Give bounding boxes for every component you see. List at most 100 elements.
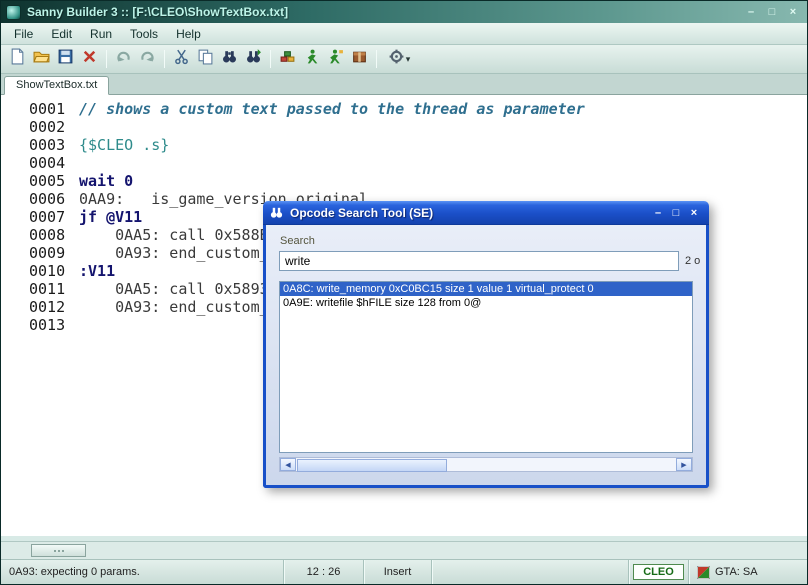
code-text: 0AA5: call 0x5893 <box>79 280 269 298</box>
line-number: 0011 <box>29 280 67 298</box>
copy-button[interactable] <box>194 48 217 71</box>
toolbar: ▾ <box>1 45 807 74</box>
package-icon <box>351 48 368 70</box>
replace-icon <box>245 48 262 70</box>
save-button[interactable] <box>54 48 77 71</box>
code-line: 0002 <box>1 118 807 136</box>
run-script-button[interactable] <box>324 48 347 71</box>
code-line: 0004 <box>1 154 807 172</box>
search-label: Search <box>280 235 315 247</box>
opcode-search-dialog: Opcode Search Tool (SE) – □ × Search 2 o… <box>263 201 709 488</box>
compile-run-button[interactable] <box>300 48 323 71</box>
status-message: 0A93: expecting 0 params. <box>1 560 284 584</box>
line-number: 0001 <box>29 100 67 118</box>
scrollbar-thumb[interactable] <box>31 544 86 557</box>
find-button[interactable] <box>218 48 241 71</box>
cleo-badge[interactable]: CLEO <box>633 564 684 580</box>
new-file-button[interactable] <box>6 48 29 71</box>
find-replace-button[interactable] <box>242 48 265 71</box>
line-number: 0010 <box>29 262 67 280</box>
line-number: 0002 <box>29 118 67 136</box>
code-line: 0005 wait 0 <box>1 172 807 190</box>
line-number: 0012 <box>29 298 67 316</box>
line-number: 0005 <box>29 172 67 190</box>
menu-file[interactable]: File <box>5 24 42 44</box>
result-count: 2 o <box>685 255 707 267</box>
code-text: :V11 <box>79 262 115 280</box>
dialog-close-button[interactable]: × <box>685 205 703 221</box>
window-title: Sanny Builder 3 :: [F:\CLEO\ShowTextBox.… <box>27 5 742 19</box>
menu-edit[interactable]: Edit <box>42 24 81 44</box>
status-bar: 0A93: expecting 0 params. 12 : 26 Insert… <box>1 559 807 584</box>
undo-button[interactable] <box>112 48 135 71</box>
scroll-right-button[interactable]: ▶ <box>676 458 692 471</box>
close-button[interactable]: × <box>784 5 802 20</box>
debug-button[interactable] <box>348 48 371 71</box>
sanny-builder-window: Sanny Builder 3 :: [F:\CLEO\ShowTextBox.… <box>0 0 808 585</box>
code-text: wait 0 <box>79 172 133 190</box>
cleo-panel: CLEO <box>629 560 689 584</box>
maximize-button[interactable]: □ <box>763 5 781 20</box>
search-input[interactable] <box>279 251 679 271</box>
game-icon <box>697 566 710 579</box>
code-text: {$CLEO .s} <box>79 136 169 154</box>
redo-icon <box>139 48 156 70</box>
results-list: 0A8C: write_memory 0xC0BC15 size 1 value… <box>279 281 693 453</box>
runner-flag-icon <box>327 48 344 70</box>
code-text: 0AA5: call 0x588B <box>79 226 269 244</box>
runner-icon <box>303 48 320 70</box>
code-line: 0003 {$CLEO .s} <box>1 136 807 154</box>
line-number: 0003 <box>29 136 67 154</box>
dialog-minimize-button[interactable]: – <box>649 205 667 221</box>
dialog-body: Search 2 o 0A8C: write_memory 0xC0BC15 s… <box>263 225 709 488</box>
minimize-button[interactable]: – <box>742 5 760 20</box>
game-panel: GTA: SA <box>689 560 807 584</box>
code-text: 0A93: end_custom_ <box>79 244 269 262</box>
menu-tools[interactable]: Tools <box>121 24 167 44</box>
cut-button[interactable] <box>170 48 193 71</box>
save-icon <box>57 48 74 70</box>
close-file-button[interactable] <box>78 48 101 71</box>
code-text: 0A93: end_custom_ <box>79 298 269 316</box>
list-horizontal-scrollbar[interactable]: ◀ ▶ <box>279 457 693 472</box>
title-bar[interactable]: Sanny Builder 3 :: [F:\CLEO\ShowTextBox.… <box>1 1 807 23</box>
chevron-down-icon: ▾ <box>406 54 411 65</box>
tab-showtextbox[interactable]: ShowTextBox.txt <box>4 76 109 95</box>
code-text: // shows a custom text passed to the thr… <box>79 100 585 118</box>
insert-mode-indicator: Insert <box>364 560 432 584</box>
menu-help[interactable]: Help <box>167 24 210 44</box>
result-item[interactable]: 0A8C: write_memory 0xC0BC15 size 1 value… <box>280 282 692 296</box>
result-item[interactable]: 0A9E: writefile $hFILE size 128 from 0@ <box>280 296 692 310</box>
find-icon <box>221 48 238 70</box>
dialog-title-bar[interactable]: Opcode Search Tool (SE) – □ × <box>263 201 709 225</box>
line-number: 0004 <box>29 154 67 172</box>
open-folder-icon <box>33 48 50 70</box>
status-spacer <box>432 560 629 584</box>
scrollbar-thumb[interactable] <box>297 459 447 472</box>
cut-icon <box>173 48 190 70</box>
toolbar-separator <box>164 50 165 68</box>
dialog-title: Opcode Search Tool (SE) <box>290 206 649 220</box>
code-text: jf @V11 <box>79 208 142 226</box>
gear-icon <box>388 48 405 70</box>
toolbar-separator <box>376 50 377 68</box>
new-file-icon <box>9 48 26 70</box>
tab-bar: ShowTextBox.txt <box>1 74 807 95</box>
line-number: 0008 <box>29 226 67 244</box>
menu-run[interactable]: Run <box>81 24 121 44</box>
compile-button[interactable] <box>276 48 299 71</box>
close-file-icon <box>81 48 98 70</box>
line-number: 0009 <box>29 244 67 262</box>
compile-icon <box>279 48 296 70</box>
line-number: 0013 <box>29 316 67 334</box>
options-button[interactable]: ▾ <box>382 48 416 71</box>
code-line: 0001 // shows a custom text passed to the… <box>1 100 807 118</box>
scroll-left-button[interactable]: ◀ <box>280 458 296 471</box>
open-file-button[interactable] <box>30 48 53 71</box>
line-number: 0007 <box>29 208 67 226</box>
editor-horizontal-scrollbar[interactable] <box>1 541 807 559</box>
line-number: 0006 <box>29 190 67 208</box>
app-icon <box>6 5 21 20</box>
redo-button[interactable] <box>136 48 159 71</box>
dialog-maximize-button[interactable]: □ <box>667 205 685 221</box>
